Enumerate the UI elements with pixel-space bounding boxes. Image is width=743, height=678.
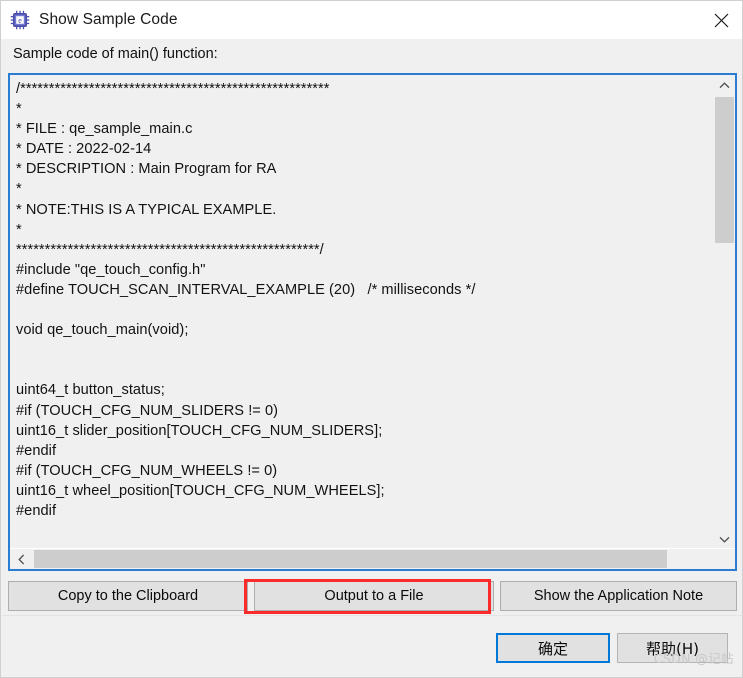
vertical-scrollbar-thumb[interactable] <box>715 97 734 243</box>
title-bar: e Show Sample Code <box>1 1 742 39</box>
dialog-footer: 确定 帮助(H) CSDN @记帖 <box>2 615 742 677</box>
close-icon[interactable] <box>698 2 742 39</box>
horizontal-scrollbar[interactable] <box>10 548 735 569</box>
chip-icon: e <box>10 10 30 30</box>
show-sample-code-dialog: e Show Sample Code Sample code of main()… <box>0 0 743 678</box>
horizontal-scrollbar-thumb[interactable] <box>34 550 667 568</box>
ok-button[interactable]: 确定 <box>496 633 610 663</box>
copy-to-clipboard-button[interactable]: Copy to the Clipboard <box>8 581 248 611</box>
watermark: CSDN @记帖 <box>653 651 734 666</box>
window-title: Show Sample Code <box>39 11 178 28</box>
code-textarea[interactable]: /***************************************… <box>10 75 717 549</box>
svg-text:e: e <box>18 16 22 25</box>
code-panel: /***************************************… <box>8 73 737 571</box>
chevron-left-icon[interactable] <box>10 549 32 569</box>
chevron-down-icon[interactable] <box>713 529 735 549</box>
scrollbar-corner <box>713 549 735 569</box>
action-button-row: Copy to the Clipboard Output to a File S… <box>8 581 737 611</box>
sample-code-text: /***************************************… <box>16 81 476 519</box>
vertical-scrollbar[interactable] <box>712 75 735 549</box>
section-label: Sample code of main() function: <box>13 46 218 62</box>
output-to-file-button[interactable]: Output to a File <box>254 581 494 611</box>
chevron-up-icon[interactable] <box>713 75 735 95</box>
show-application-note-button[interactable]: Show the Application Note <box>500 581 737 611</box>
